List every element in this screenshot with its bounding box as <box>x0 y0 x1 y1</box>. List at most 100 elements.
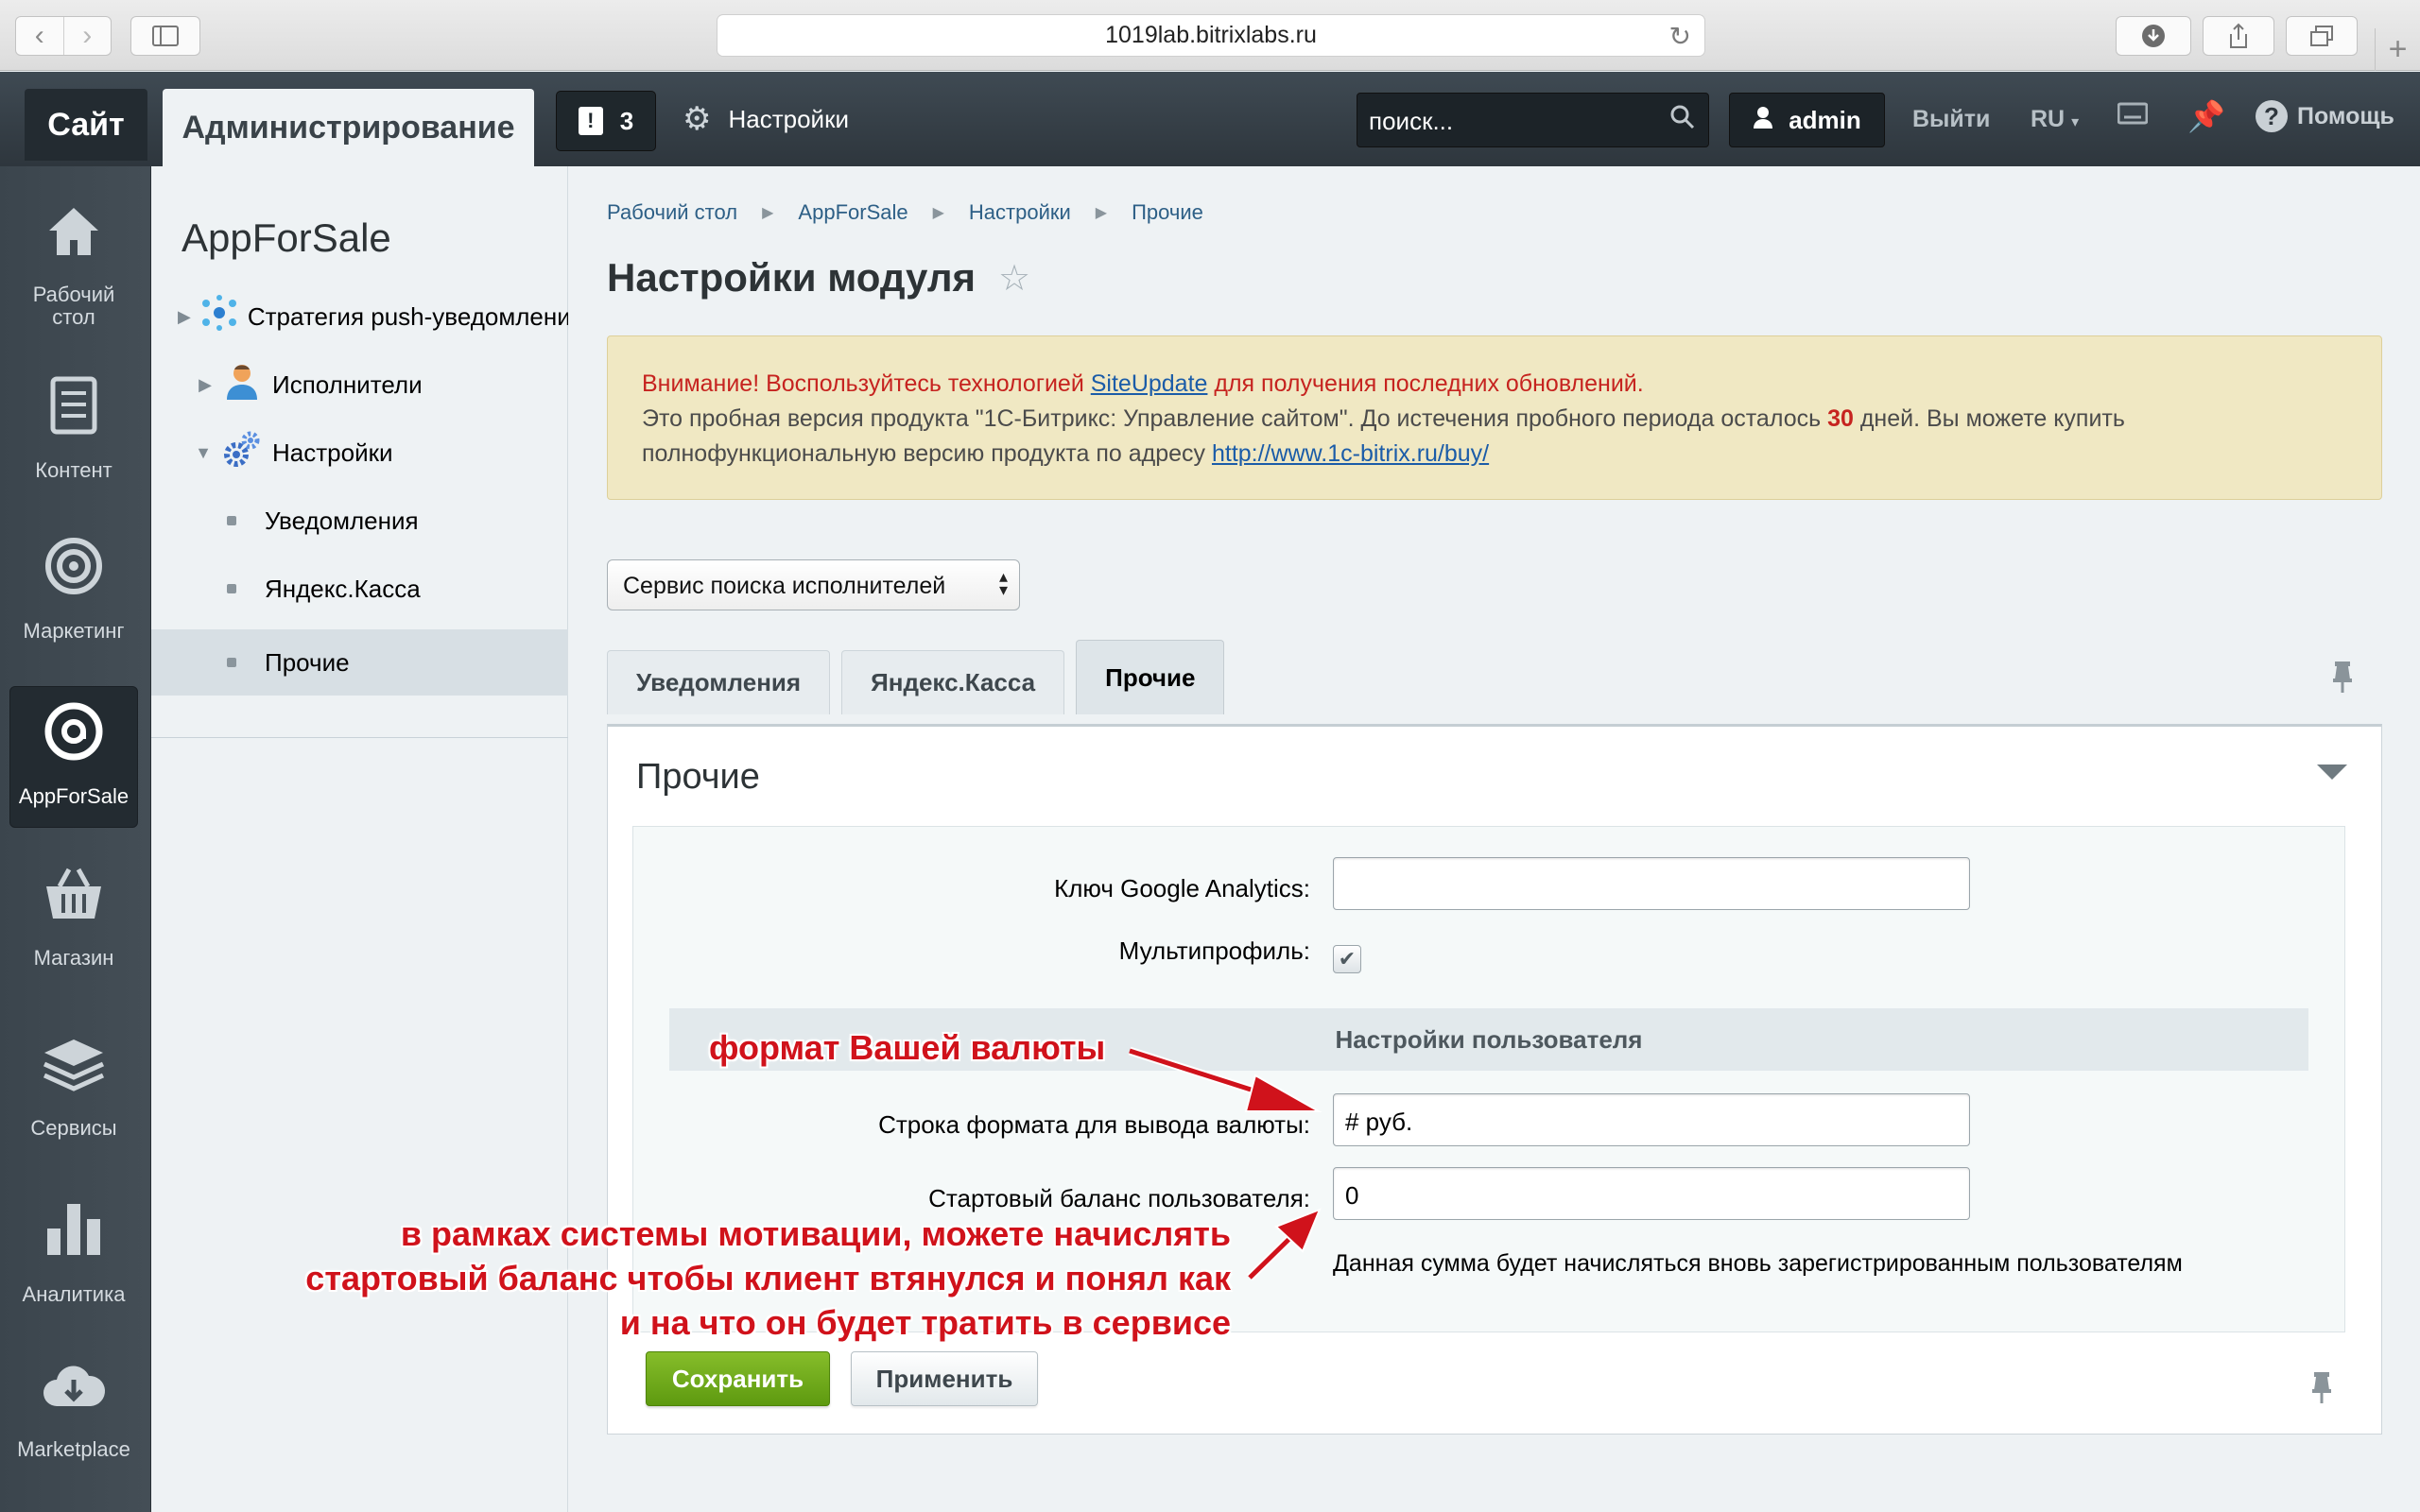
collapse-arrow-icon[interactable]: ▼ <box>178 443 212 463</box>
menu-item-other[interactable]: Прочие <box>151 629 568 696</box>
keyboard-icon[interactable] <box>2117 98 2149 133</box>
module-select-value: Сервис поиска исполнителей <box>623 573 946 599</box>
multiprofile-label: Мультипрофиль: <box>1118 936 1310 965</box>
network-icon <box>200 294 238 340</box>
breadcrumb: Рабочий стол ▶ AppForSale ▶ Настройки ▶ … <box>607 200 1203 225</box>
new-tab-icon[interactable]: + <box>2375 28 2420 71</box>
siteupdate-link[interactable]: SiteUpdate <box>1091 370 1208 397</box>
browser-nav-buttons: ‹ › <box>15 16 112 56</box>
menu-item-settings[interactable]: ▼ Настройки <box>151 420 568 486</box>
back-icon[interactable]: ‹ <box>16 17 64 55</box>
update-warning: Внимание! Воспользуйтесь технологией Sit… <box>642 367 2347 402</box>
notification-icon: ! <box>578 107 603 135</box>
breadcrumb-item[interactable]: Прочие <box>1132 200 1203 225</box>
breadcrumb-item[interactable]: Настройки <box>969 200 1071 225</box>
pin-icon[interactable]: 📌 <box>2187 98 2225 134</box>
forward-icon[interactable]: › <box>64 17 112 55</box>
nav-label: Сервисы <box>30 1116 117 1140</box>
breadcrumb-item[interactable]: AppForSale <box>798 200 908 225</box>
module-select[interactable]: Сервис поиска исполнителей ▴ ▾ <box>607 559 1020 610</box>
tab-site[interactable]: Сайт <box>25 89 147 161</box>
nav-item-services[interactable]: Сервисы <box>9 1036 138 1140</box>
nav-item-shop[interactable]: Магазин <box>9 866 138 970</box>
settings-link[interactable]: ⚙ Настройки <box>683 100 849 138</box>
menu-item-performers[interactable]: ▶ Исполнители <box>151 352 568 418</box>
page-title-text: Настройки модуля <box>607 255 977 300</box>
warning-text: Внимание! Воспользуйтесь технологией <box>642 370 1091 397</box>
multiprofile-checkbox[interactable]: ✔ <box>1333 945 1361 973</box>
nav-label: Маркетинг <box>23 619 125 643</box>
tabs-overview-icon[interactable] <box>2286 16 2358 56</box>
trial-warning-banner: Внимание! Воспользуйтесь технологией Sit… <box>607 335 2382 500</box>
menu-label: Исполнители <box>272 369 423 399</box>
pin-tabs-icon[interactable] <box>2331 660 2354 701</box>
home-icon <box>45 204 102 270</box>
tab-yandex-kassa[interactable]: Яндекс.Касса <box>841 650 1065 714</box>
tab-other[interactable]: Прочие <box>1076 640 1225 714</box>
currency-format-input[interactable]: # руб. <box>1333 1093 1970 1146</box>
collapse-triangle-icon[interactable] <box>2317 765 2347 780</box>
apply-button[interactable]: Применить <box>851 1351 1038 1406</box>
help-link[interactable]: ? Помощь <box>2256 100 2394 132</box>
nav-item-desktop[interactable]: Рабочий стол <box>9 204 138 329</box>
menu-label: Прочие <box>265 647 350 677</box>
module-menu-title: AppForSale <box>182 215 391 260</box>
layers-icon <box>43 1036 105 1104</box>
user-icon <box>221 362 263 408</box>
appforsale-icon <box>44 702 103 772</box>
help-label: Помощь <box>2297 102 2394 129</box>
sidebar-toggle-icon[interactable] <box>130 16 200 56</box>
tab-notifications[interactable]: Уведомления <box>607 650 831 714</box>
notifications-button[interactable]: ! 3 <box>556 91 656 151</box>
nav-item-appforsale[interactable]: AppForSale <box>9 686 138 828</box>
start-balance-input[interactable]: 0 <box>1333 1167 1970 1220</box>
search-placeholder: поиск... <box>1369 107 1454 135</box>
breadcrumb-separator-icon: ▶ <box>1095 205 1108 221</box>
share-icon[interactable] <box>2203 16 2274 56</box>
currency-annotation: формат Вашей валюты <box>709 1028 1106 1067</box>
pin-buttons-icon[interactable] <box>2310 1370 2333 1412</box>
divider <box>151 737 568 738</box>
expand-arrow-icon[interactable]: ▶ <box>178 375 212 395</box>
basket-icon <box>43 866 105 934</box>
save-button[interactable]: Сохранить <box>646 1351 830 1406</box>
page-title: Настройки модуля ☆ <box>607 255 1030 301</box>
updown-icon: ▴ ▾ <box>998 567 1008 599</box>
menu-item-yandex-kassa[interactable]: Яндекс.Касса <box>151 556 568 622</box>
settings-tabs: Уведомления Яндекс.Касса Прочие <box>607 640 1225 714</box>
gear-icon: ⚙ <box>683 101 712 137</box>
menu-item-notifications[interactable]: Уведомления <box>151 488 568 554</box>
logout-link[interactable]: Выйти <box>1912 106 1990 133</box>
start-balance-label: Стартовый баланс пользователя: <box>928 1184 1310 1212</box>
nav-item-content[interactable]: Контент <box>9 376 138 482</box>
ga-key-label: Ключ Google Analytics: <box>1054 874 1310 902</box>
user-name: admin <box>1789 105 1861 134</box>
search-input[interactable]: поиск... <box>1357 93 1709 147</box>
cloud-download-icon <box>42 1361 106 1425</box>
menu-item-push-strategy[interactable]: ▶ Стратегия push-уведомлений <box>151 284 568 350</box>
expand-arrow-icon[interactable]: ▶ <box>178 307 191 327</box>
browser-toolbar: ‹ › 1019lab.bitrixlabs.ru ↻ + <box>0 0 2420 71</box>
downloads-icon[interactable] <box>2116 16 2191 56</box>
buy-link[interactable]: http://www.1c-bitrix.ru/buy/ <box>1212 440 1489 467</box>
nav-item-marketplace[interactable]: Marketplace <box>9 1361 138 1461</box>
search-icon[interactable] <box>1670 105 1695 136</box>
nav-item-marketing[interactable]: Маркетинг <box>9 537 138 643</box>
menu-label: Яндекс.Касса <box>265 574 421 603</box>
language-selector[interactable]: RU ▾ <box>2031 106 2079 133</box>
tab-administration[interactable]: Администрирование <box>163 89 534 166</box>
bar-chart-icon <box>43 1200 104 1270</box>
nav-item-analytics[interactable]: Аналитика <box>9 1200 138 1306</box>
breadcrumb-separator-icon: ▶ <box>932 205 944 221</box>
nav-label: AppForSale <box>18 784 130 808</box>
reload-icon[interactable]: ↻ <box>1669 21 1691 52</box>
ga-key-input[interactable] <box>1333 857 1970 910</box>
address-bar[interactable]: 1019lab.bitrixlabs.ru ↻ <box>717 14 1705 57</box>
breadcrumb-separator-icon: ▶ <box>762 205 774 221</box>
annotation-line: в рамках системы мотивации, можете начис… <box>400 1214 1231 1253</box>
star-icon[interactable]: ☆ <box>998 257 1030 300</box>
trial-text: Это пробная версия продукта "1С-Битрикс:… <box>642 405 1828 432</box>
nav-label: Контент <box>35 458 112 482</box>
user-menu-button[interactable]: admin <box>1729 93 1885 147</box>
breadcrumb-item[interactable]: Рабочий стол <box>607 200 737 225</box>
